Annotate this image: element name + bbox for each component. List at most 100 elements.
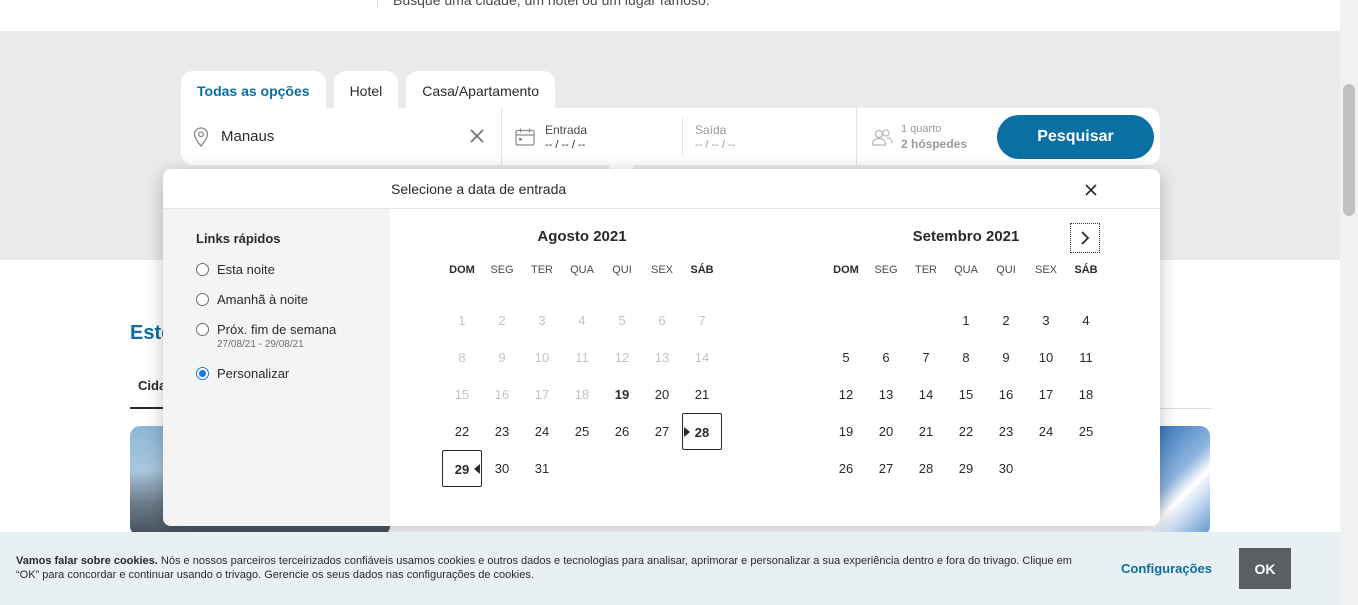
- calendar-day[interactable]: 19: [826, 413, 866, 450]
- calendar-day: 5: [618, 313, 626, 328]
- tab-active-indicator: [130, 407, 166, 409]
- rooms-count: 1 quarto: [901, 123, 942, 135]
- radio-button[interactable]: [196, 293, 209, 306]
- calendar-day[interactable]: 20: [642, 376, 682, 413]
- calendar-day[interactable]: 15: [946, 376, 986, 413]
- calendar-day[interactable]: 20: [866, 413, 906, 450]
- calendar-day[interactable]: 1: [946, 302, 986, 339]
- calendar-day[interactable]: 10: [1026, 339, 1066, 376]
- calendar-day: 13: [654, 350, 670, 365]
- cookie-ok-button[interactable]: OK: [1239, 548, 1291, 589]
- tab-all-options[interactable]: Todas as opções: [181, 71, 326, 111]
- calendar-day[interactable]: 23: [986, 413, 1026, 450]
- calendar-day: 10: [534, 350, 550, 365]
- checkout-field[interactable]: Saída -- / -- / --: [695, 123, 735, 151]
- calendar-day[interactable]: 7: [906, 339, 946, 376]
- radio-button-checked[interactable]: [196, 367, 209, 380]
- calendar-icon: [515, 128, 535, 146]
- quick-link-custom[interactable]: Personalizar: [196, 366, 289, 381]
- calendar-day[interactable]: 27: [642, 413, 682, 450]
- calendar-day[interactable]: 22: [946, 413, 986, 450]
- close-icon[interactable]: [1083, 182, 1099, 198]
- page-scrollbar[interactable]: [1340, 0, 1358, 605]
- guests-field[interactable]: 1 quarto 2 hóspedes: [901, 123, 967, 151]
- quick-link-tonight[interactable]: Esta noite: [196, 262, 275, 277]
- chevron-right-icon: [1081, 231, 1090, 245]
- calendar-day[interactable]: 19: [602, 376, 642, 413]
- radio-button[interactable]: [196, 323, 209, 336]
- calendar-day[interactable]: 18: [1066, 376, 1106, 413]
- calendar-day[interactable]: 9: [986, 339, 1026, 376]
- search-button[interactable]: Pesquisar: [997, 115, 1154, 159]
- checkout-value: -- / -- / --: [695, 139, 736, 151]
- calendar-day[interactable]: 25: [562, 413, 602, 450]
- guests-icon: [871, 129, 893, 146]
- quick-link-tomorrow[interactable]: Amanhã à noite: [196, 292, 308, 307]
- calendar-day: 1: [458, 313, 466, 328]
- calendar-day[interactable]: 29: [946, 450, 986, 487]
- calendar-day[interactable]: 26: [602, 413, 642, 450]
- next-month-button[interactable]: [1070, 223, 1100, 253]
- tab-house-apartment[interactable]: Casa/Apartamento: [406, 71, 555, 111]
- calendar-day: 6: [658, 313, 666, 328]
- location-input[interactable]: Manaus: [221, 128, 274, 145]
- category-tab[interactable]: Cida: [138, 378, 166, 393]
- calendar-day[interactable]: 5: [826, 339, 866, 376]
- calendar-day[interactable]: 16: [986, 376, 1026, 413]
- calendar-day[interactable]: 30: [986, 450, 1026, 487]
- weekday-header: SÁB: [1074, 264, 1098, 276]
- calendar-day[interactable]: 14: [906, 376, 946, 413]
- location-field[interactable]: Manaus: [181, 108, 501, 165]
- month-title: Agosto 2021: [537, 228, 627, 245]
- search-tabs: Todas as opções Hotel Casa/Apartamento: [181, 71, 555, 111]
- calendar-day[interactable]: 21: [682, 376, 722, 413]
- quick-links-panel: Links rápidos Esta noite Amanhã à noite …: [163, 209, 390, 526]
- calendar-day[interactable]: 12: [826, 376, 866, 413]
- datepicker-header: Selecione a data de entrada: [163, 169, 1160, 209]
- clear-icon[interactable]: [469, 128, 485, 144]
- radio-button[interactable]: [196, 263, 209, 276]
- calendar-day[interactable]: 24: [522, 413, 562, 450]
- calendar-day[interactable]: 30: [482, 450, 522, 487]
- quick-links-title: Links rápidos: [196, 231, 281, 246]
- calendar-day[interactable]: 2: [986, 302, 1026, 339]
- calendar-day[interactable]: 25: [1066, 413, 1106, 450]
- calendar-day[interactable]: 13: [866, 376, 906, 413]
- calendar-day[interactable]: 22: [442, 413, 482, 450]
- calendar-day[interactable]: 27: [866, 450, 906, 487]
- weekday-header: QUI: [612, 264, 632, 276]
- calendar-day: 15: [454, 387, 470, 402]
- calendar-day: 4: [578, 313, 586, 328]
- calendar-day[interactable]: 23: [482, 413, 522, 450]
- calendar-day: 7: [698, 313, 706, 328]
- calendar-day[interactable]: 21: [906, 413, 946, 450]
- calendar-day[interactable]: 3: [1026, 302, 1066, 339]
- calendar-day[interactable]: 8: [946, 339, 986, 376]
- calendar-day[interactable]: 17: [1026, 376, 1066, 413]
- cookie-body: Nós e nossos parceiros terceirizados con…: [16, 555, 1072, 581]
- calendar-day[interactable]: 28: [906, 450, 946, 487]
- calendar-day[interactable]: 29: [442, 450, 482, 487]
- separator: [682, 118, 683, 155]
- checkin-field[interactable]: Entrada -- / -- / --: [545, 123, 587, 151]
- calendar-day[interactable]: 26: [826, 450, 866, 487]
- calendar-day: 17: [534, 387, 550, 402]
- calendar-day[interactable]: 6: [866, 339, 906, 376]
- calendar-day: 16: [494, 387, 510, 402]
- checkout-label: Saída: [695, 123, 727, 137]
- calendar-day: 9: [498, 350, 506, 365]
- tab-hotel[interactable]: Hotel: [333, 71, 399, 111]
- weekday-header: QUA: [570, 264, 594, 276]
- calendar-day[interactable]: 24: [1026, 413, 1066, 450]
- cookie-heading: Vamos falar sobre cookies.: [16, 555, 158, 567]
- calendar-day[interactable]: 4: [1066, 302, 1106, 339]
- calendar-day[interactable]: 28: [682, 413, 722, 450]
- scrollbar-thumb[interactable]: [1343, 84, 1355, 216]
- quick-link-next-weekend[interactable]: Próx. fim de semana 27/08/21 - 29/08/21: [196, 322, 336, 350]
- cookie-settings-link[interactable]: Configurações: [1121, 561, 1212, 576]
- month-title: Setembro 2021: [912, 228, 1020, 245]
- calendar-day[interactable]: 31: [522, 450, 562, 487]
- calendar-day[interactable]: 11: [1066, 339, 1106, 376]
- weekday-header: SEG: [490, 264, 514, 276]
- separator: [856, 108, 857, 165]
